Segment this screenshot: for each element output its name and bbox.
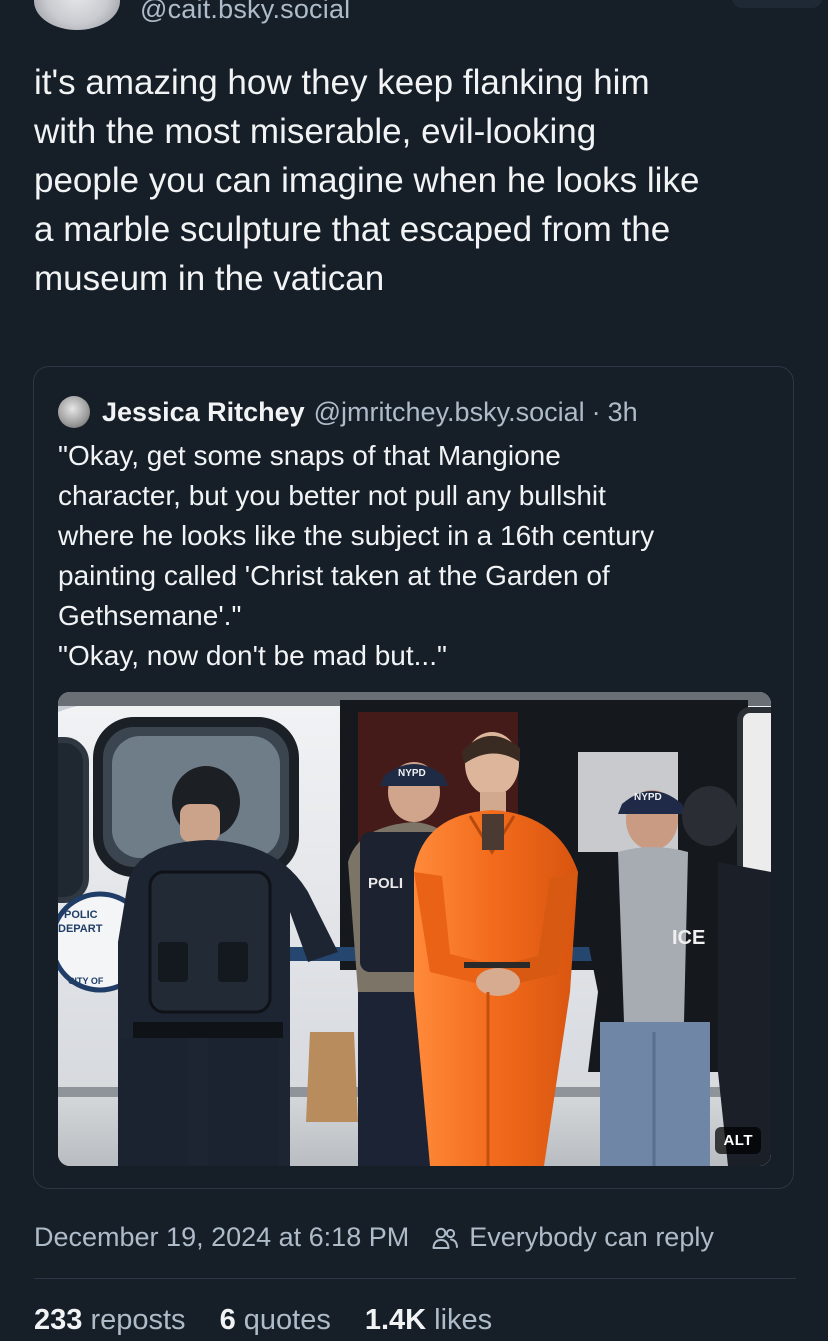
- engagement-stats: 233 reposts 6 quotes 1.4K likes: [34, 1304, 526, 1337]
- divider: [34, 1278, 796, 1279]
- vest-text: POLI: [368, 875, 403, 892]
- post-text: it's amazing how they keep flanking him …: [34, 63, 700, 298]
- reposts-stat[interactable]: 233 reposts: [34, 1304, 186, 1337]
- photo-illustration: POLIC DEPART CITY OF NYPD POLI NYPD ICE: [58, 692, 771, 1166]
- door-text-2: DEPART: [58, 923, 103, 935]
- likes-stat[interactable]: 1.4K likes: [365, 1304, 492, 1337]
- quoted-post-text: "Okay, get some snaps of that Mangione c…: [58, 440, 655, 671]
- quoted-post-card[interactable]: Jessica Ritchey @jmritchey.bsky.social ·…: [33, 366, 794, 1189]
- door-text-1: POLIC: [64, 909, 98, 921]
- cap-text-left: NYPD: [398, 768, 426, 779]
- jacket-text: ICE: [672, 927, 705, 949]
- meta-separator: ·: [591, 396, 601, 427]
- door-text-3: CITY OF: [68, 976, 104, 986]
- reposts-label: reposts: [90, 1304, 186, 1336]
- cap-text-right: NYPD: [634, 792, 662, 803]
- likes-label: likes: [434, 1304, 493, 1336]
- quotes-stat[interactable]: 6 quotes: [220, 1304, 331, 1337]
- author-avatar[interactable]: [34, 0, 120, 30]
- post-timestamp: December 19, 2024 at 6:18 PM: [34, 1222, 410, 1252]
- quoted-author-avatar[interactable]: [58, 396, 90, 428]
- quoted-author-name[interactable]: Jessica Ritchey: [102, 397, 305, 428]
- quotes-count: 6: [219, 1304, 236, 1336]
- quoted-author-handle[interactable]: @jmritchey.bsky.social: [314, 397, 585, 428]
- quoted-post-image[interactable]: POLIC DEPART CITY OF NYPD POLI NYPD ICE …: [58, 692, 771, 1166]
- quoted-post-header: Jessica Ritchey @jmritchey.bsky.social ·…: [58, 395, 638, 429]
- likes-count: 1.4K: [364, 1304, 427, 1336]
- people-icon: [432, 1227, 459, 1249]
- quotes-label: quotes: [243, 1304, 331, 1336]
- follow-button[interactable]: [732, 0, 822, 8]
- quoted-post-time: 3h: [607, 396, 638, 427]
- post-meta-row: December 19, 2024 at 6:18 PM Everybody c…: [34, 1222, 714, 1253]
- reply-setting[interactable]: Everybody can reply: [469, 1222, 714, 1253]
- author-handle[interactable]: @cait.bsky.social: [140, 0, 350, 25]
- reposts-count: 233: [34, 1304, 83, 1336]
- alt-text-button[interactable]: ALT: [715, 1127, 761, 1154]
